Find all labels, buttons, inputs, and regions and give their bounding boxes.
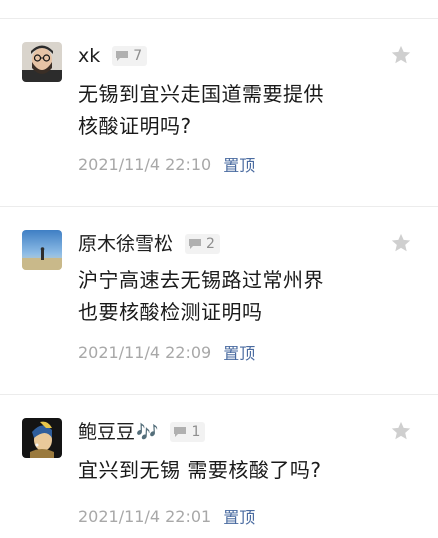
comment-line: 宜兴到无锡 需要核酸了吗? xyxy=(78,458,322,482)
comment-text: 宜兴到无锡 需要核酸了吗? xyxy=(78,454,378,486)
avatar[interactable] xyxy=(22,230,62,270)
comment-feed: xk 7 无锡到宜兴走国道需要提供 核酸证明吗? 2021/11/4 22:10… xyxy=(0,0,438,538)
speech-bubble-icon xyxy=(189,239,202,249)
username[interactable]: 鲍豆豆 xyxy=(78,418,135,446)
pin-button[interactable]: 置顶 xyxy=(223,152,255,176)
speech-bubble-icon xyxy=(174,427,187,437)
timestamp: 2021/11/4 22:10 xyxy=(78,154,212,174)
reply-count-badge[interactable]: 1 xyxy=(170,422,206,442)
speech-bubble-icon xyxy=(116,51,129,61)
reply-count: 2 xyxy=(206,236,215,252)
comment-header: 鲍豆豆 🎶 1 xyxy=(78,418,206,446)
username[interactable]: xk xyxy=(78,42,100,70)
comment-line: 无锡到宜兴走国道需要提供 xyxy=(78,82,324,106)
comment-line: 也要核酸检测证明吗 xyxy=(78,300,263,324)
divider xyxy=(0,394,438,395)
star-icon[interactable] xyxy=(390,420,412,442)
username[interactable]: 原木徐雪松 xyxy=(78,230,173,258)
avatar[interactable] xyxy=(22,418,62,458)
comment-meta: 2021/11/4 22:01 置顶 xyxy=(78,504,255,528)
pin-button[interactable]: 置顶 xyxy=(223,504,255,528)
timestamp: 2021/11/4 22:01 xyxy=(78,506,212,526)
divider xyxy=(0,206,438,207)
man-with-beard-avatar-icon xyxy=(22,42,62,82)
comment-header: 原木徐雪松 2 xyxy=(78,230,220,258)
star-icon[interactable] xyxy=(390,232,412,254)
reply-count: 7 xyxy=(133,48,143,64)
reply-count-badge[interactable]: 7 xyxy=(112,46,148,66)
comment-line: 核酸证明吗? xyxy=(78,114,192,138)
comment-text: 沪宁高速去无锡路过常州界 也要核酸检测证明吗 xyxy=(78,264,378,328)
comment-meta: 2021/11/4 22:09 置顶 xyxy=(78,340,255,364)
sky-landscape-avatar-icon xyxy=(22,230,62,270)
avatar[interactable] xyxy=(22,42,62,82)
reply-count-badge[interactable]: 2 xyxy=(185,234,220,254)
comment-line: 沪宁高速去无锡路过常州界 xyxy=(78,268,324,292)
reply-count: 1 xyxy=(191,424,201,440)
pearl-earring-portrait-avatar-icon xyxy=(22,418,62,458)
star-icon[interactable] xyxy=(390,44,412,66)
pin-button[interactable]: 置顶 xyxy=(223,340,255,364)
comment-header: xk 7 xyxy=(78,42,148,70)
divider xyxy=(0,18,438,19)
timestamp: 2021/11/4 22:09 xyxy=(78,342,212,362)
music-notes-emoji: 🎶 xyxy=(136,421,159,443)
comment-text: 无锡到宜兴走国道需要提供 核酸证明吗? xyxy=(78,78,378,142)
comment-meta: 2021/11/4 22:10 置顶 xyxy=(78,152,255,176)
